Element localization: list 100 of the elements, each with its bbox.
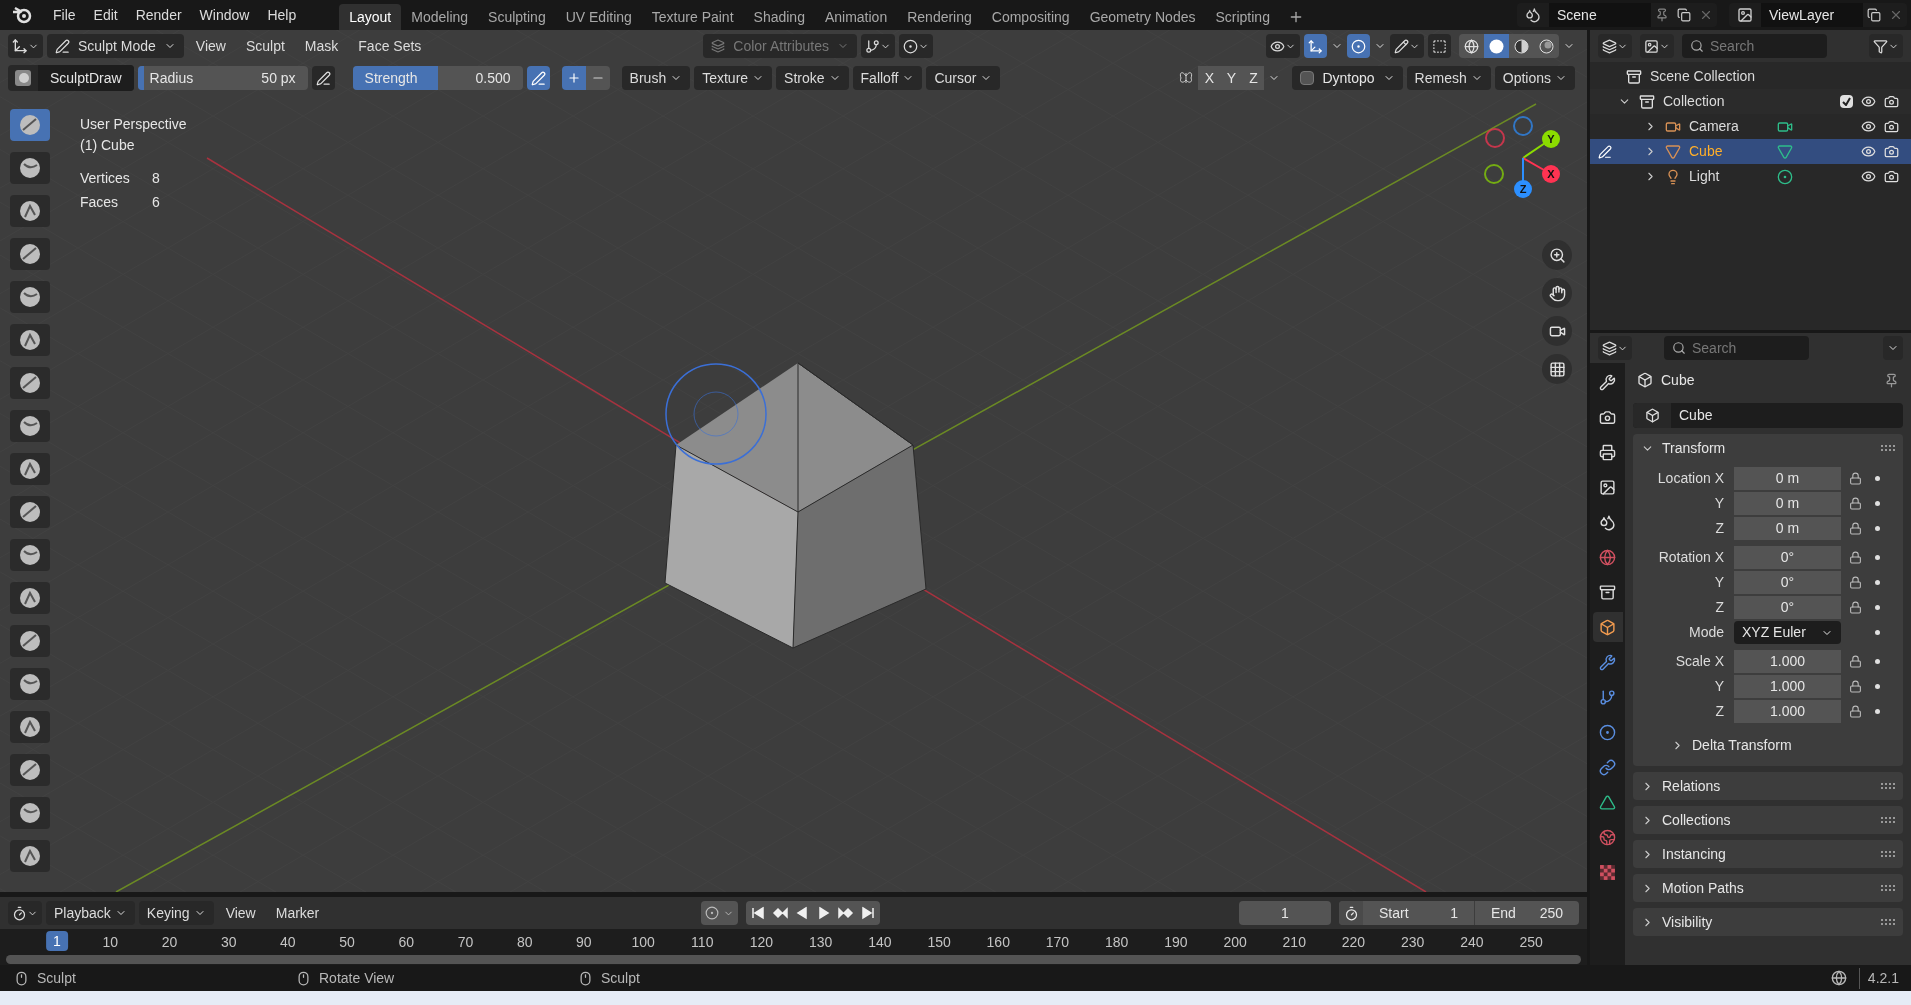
- direction-button[interactable]: [585, 66, 610, 90]
- pressure-toggle[interactable]: [311, 66, 335, 90]
- lock-icon[interactable]: [1848, 551, 1862, 564]
- negative-axis-handle[interactable]: [1513, 116, 1533, 136]
- render-camera-icon[interactable]: [1884, 94, 1899, 109]
- start-frame-field[interactable]: Start 1: [1363, 901, 1475, 925]
- copy-icon[interactable]: [1867, 8, 1881, 22]
- symmetry-axis-button[interactable]: Y: [1220, 66, 1243, 90]
- shading-mode-button[interactable]: [1534, 34, 1559, 58]
- negative-axis-handle[interactable]: [1484, 164, 1504, 184]
- tool-button[interactable]: [10, 410, 50, 442]
- editor-type-button[interactable]: [8, 34, 43, 58]
- menu-item[interactable]: Window: [190, 4, 259, 26]
- filter-dropdown[interactable]: [1869, 34, 1903, 58]
- tool-button[interactable]: [10, 754, 50, 786]
- number-field[interactable]: 0°: [1734, 571, 1841, 594]
- eye-icon[interactable]: [1861, 144, 1876, 159]
- axis-handle[interactable]: [1514, 180, 1532, 198]
- tool-button[interactable]: [10, 668, 50, 700]
- jump-start-icon[interactable]: [750, 906, 767, 920]
- collapsed-panel[interactable]: Motion Paths: [1633, 874, 1903, 902]
- remesh-dropdown[interactable]: Remesh: [1406, 66, 1491, 90]
- tool-button[interactable]: [10, 238, 50, 270]
- render-camera-icon[interactable]: [1884, 169, 1899, 184]
- workspace-tab[interactable]: Layout: [339, 4, 402, 30]
- tool-button[interactable]: [10, 152, 50, 184]
- number-field[interactable]: 1.000: [1734, 650, 1841, 673]
- render-camera-icon[interactable]: [1884, 144, 1899, 159]
- timeline-dropdown[interactable]: Playback: [46, 901, 135, 925]
- end-frame-field[interactable]: End 250: [1475, 901, 1579, 925]
- tool-button[interactable]: [10, 539, 50, 571]
- gizmo-toggle[interactable]: [1304, 34, 1327, 58]
- tool-button[interactable]: [10, 496, 50, 528]
- settings-dropdown[interactable]: Falloff: [852, 66, 923, 90]
- workspace-tab[interactable]: UV Editing: [555, 4, 642, 30]
- xray-toggle[interactable]: [1428, 34, 1451, 58]
- tool-button[interactable]: [10, 625, 50, 657]
- tool-button[interactable]: [10, 367, 50, 399]
- mesh-data-icon[interactable]: [1777, 143, 1793, 160]
- axis-handle[interactable]: [1542, 130, 1560, 148]
- workspace-tab[interactable]: Scripting: [1205, 4, 1280, 30]
- collapsed-panel[interactable]: Relations: [1633, 772, 1903, 800]
- render-camera-icon[interactable]: [1884, 119, 1899, 134]
- drag-handle-icon[interactable]: [1881, 445, 1895, 451]
- collapsed-panel[interactable]: Visibility: [1633, 908, 1903, 936]
- tool-button[interactable]: [10, 453, 50, 485]
- visibility-dropdown[interactable]: [1266, 34, 1300, 58]
- menu-item[interactable]: Sculpt: [237, 34, 293, 58]
- tool-button[interactable]: [10, 711, 50, 743]
- tool-button[interactable]: [10, 582, 50, 614]
- display-mode-dropdown[interactable]: [1598, 34, 1632, 58]
- workspace-tab[interactable]: Rendering: [897, 4, 982, 30]
- symmetry-axis-button[interactable]: Z: [1242, 66, 1265, 90]
- workspace-tab[interactable]: Texture Paint: [641, 4, 744, 30]
- lock-icon[interactable]: [1848, 576, 1862, 589]
- number-field[interactable]: 1.000: [1734, 675, 1841, 698]
- lock-icon[interactable]: [1848, 680, 1862, 693]
- number-field[interactable]: 0°: [1734, 596, 1841, 619]
- tool-button[interactable]: [10, 797, 50, 829]
- menu-item[interactable]: View: [217, 901, 264, 925]
- settings-dropdown[interactable]: Stroke: [776, 66, 849, 90]
- tool-button[interactable]: [10, 195, 50, 227]
- radius-slider[interactable]: Radius 50 px: [137, 66, 308, 90]
- next-key-icon[interactable]: [838, 906, 855, 920]
- drag-handle-icon[interactable]: [1881, 817, 1895, 823]
- drag-handle-icon[interactable]: [1881, 919, 1895, 925]
- edit-mode-icon[interactable]: [1598, 144, 1612, 159]
- stopwatch-icon[interactable]: [1343, 905, 1359, 921]
- editor-type-button[interactable]: [8, 901, 42, 925]
- drag-handle-icon[interactable]: [1881, 851, 1895, 857]
- lock-icon[interactable]: [1848, 472, 1862, 485]
- shading-dropdown[interactable]: [899, 34, 934, 58]
- dyntopo-dropdown[interactable]: Dyntopo: [1292, 66, 1403, 90]
- search-field[interactable]: Search: [1664, 336, 1809, 360]
- object-icon[interactable]: [1592, 612, 1623, 642]
- include-checkbox[interactable]: [1840, 95, 1853, 108]
- shading-mode-button[interactable]: [1484, 34, 1509, 58]
- shading-mode-button[interactable]: [1459, 34, 1484, 58]
- menu-item[interactable]: Edit: [84, 4, 127, 26]
- curve-dropdown[interactable]: [861, 34, 896, 58]
- lock-icon[interactable]: [1848, 705, 1862, 718]
- strength-slider[interactable]: Strength 0.500: [352, 66, 523, 90]
- lock-icon[interactable]: [1848, 522, 1862, 535]
- jump-end-icon[interactable]: [860, 906, 877, 920]
- lock-icon[interactable]: [1848, 601, 1862, 614]
- search-field[interactable]: Search: [1682, 34, 1827, 58]
- workspace-tab[interactable]: Shading: [743, 4, 815, 30]
- drag-handle-icon[interactable]: [1881, 783, 1895, 789]
- pressure-toggle[interactable]: [526, 66, 550, 90]
- previous-key-icon[interactable]: [772, 906, 789, 920]
- pin-icon[interactable]: [1655, 8, 1669, 22]
- outliner-row[interactable]: Cube: [1590, 139, 1911, 164]
- menu-item[interactable]: Marker: [267, 901, 328, 925]
- object-name-field[interactable]: Cube: [1633, 403, 1903, 428]
- playhead-marker[interactable]: 1: [46, 931, 68, 951]
- axis-handle[interactable]: [1542, 165, 1560, 183]
- workspace-tab[interactable]: Compositing: [981, 4, 1080, 30]
- mode-dropdown[interactable]: Sculpt Mode: [47, 34, 184, 58]
- outliner-item[interactable]: Scene Collection: [1650, 66, 1756, 87]
- collapsed-panel[interactable]: Instancing: [1633, 840, 1903, 868]
